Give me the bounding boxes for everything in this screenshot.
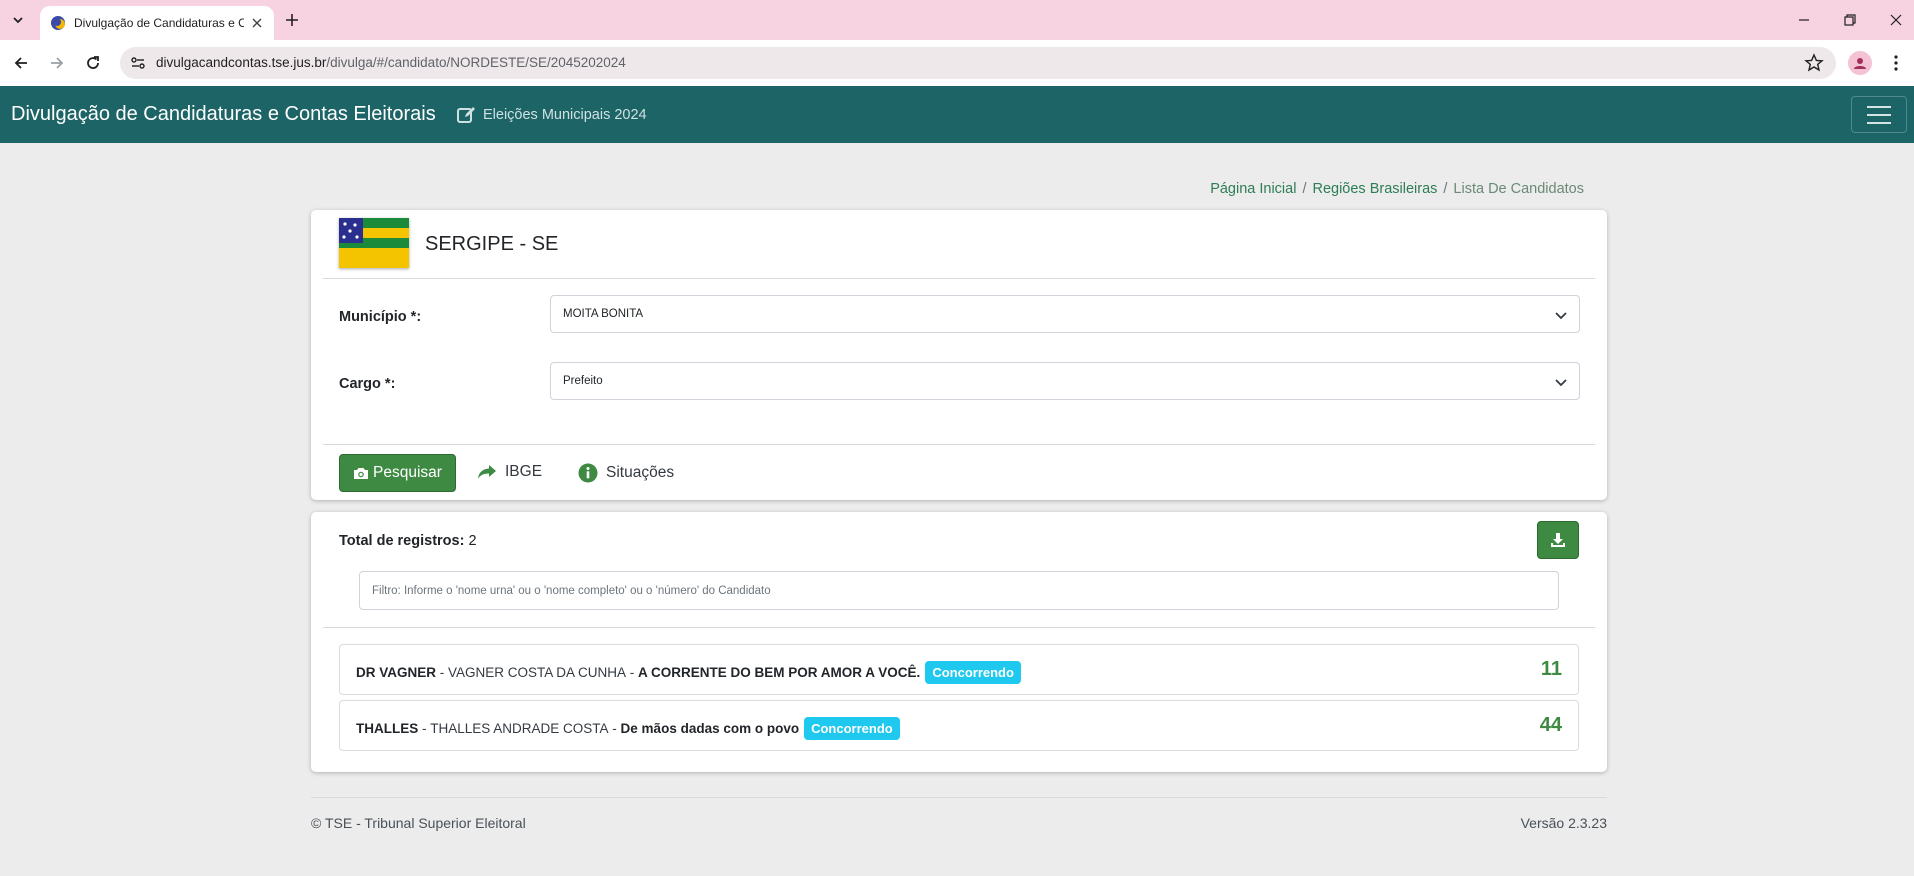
chevron-down-icon — [13, 17, 23, 24]
breadcrumb-regions[interactable]: Regiões Brasileiras — [1312, 181, 1437, 197]
municipio-label: Município *: — [339, 309, 422, 325]
candidate-separator: - — [436, 665, 449, 680]
total-records-label: Total de registros: — [339, 533, 465, 549]
candidate-urna-name: THALLES — [356, 721, 419, 736]
share-arrow-icon — [478, 465, 496, 479]
plus-icon — [286, 14, 298, 26]
reload-button[interactable] — [81, 51, 105, 75]
candidate-urna-name: DR VAGNER — [356, 665, 437, 680]
candidate-separator: - — [608, 721, 621, 736]
ibge-label: IBGE — [505, 463, 543, 480]
divider — [323, 627, 1595, 628]
minimize-icon — [1799, 19, 1809, 21]
candidate-coalition: De mãos dadas com o povo — [620, 721, 800, 736]
close-icon — [1890, 14, 1902, 26]
candidate-separator: - — [418, 721, 431, 736]
candidate-number: 44 — [1539, 714, 1562, 736]
candidate-filter-input[interactable] — [359, 571, 1559, 610]
candidate-full-name: VAGNER COSTA DA CUNHA — [448, 665, 627, 680]
municipio-select[interactable]: MOITA BONITA — [550, 295, 1580, 333]
candidate-info: THALLES - THALLES ANDRADE COSTA - De mão… — [356, 717, 900, 740]
candidate-number: 11 — [1540, 658, 1562, 680]
browser-menu-button[interactable] — [1884, 51, 1908, 75]
search-button-label: Pesquisar — [373, 464, 442, 481]
candidate-coalition: A CORRENTE DO BEM POR AMOR A VOCÊ. — [638, 665, 921, 680]
results-card: Total de registros: 2 DR VAGNER - VAGNER… — [311, 512, 1607, 772]
footer-version: Versão 2.3.23 — [1520, 815, 1607, 831]
total-records-value: 2 — [468, 533, 477, 549]
tab-title: Divulgação de Candidaturas e C — [74, 16, 244, 30]
search-button[interactable]: Pesquisar — [339, 454, 456, 492]
sergipe-flag-icon — [339, 218, 409, 268]
restore-icon — [1844, 14, 1856, 26]
situacoes-label: Situações — [606, 464, 675, 481]
total-records: Total de registros: 2 — [339, 533, 477, 549]
situacoes-link[interactable]: Situações — [578, 463, 674, 483]
edit-icon — [457, 107, 475, 123]
browser-tab[interactable]: Divulgação de Candidaturas e C — [40, 6, 274, 40]
camera-icon — [354, 468, 369, 479]
candidate-row[interactable]: THALLES - THALLES ANDRADE COSTA - De mão… — [339, 700, 1579, 751]
breadcrumb-current: Lista De Candidatos — [1453, 181, 1584, 197]
election-subtitle-text: Eleições Municipais 2024 — [483, 107, 647, 123]
person-icon — [1854, 58, 1866, 69]
breadcrumb-home[interactable]: Página Inicial — [1210, 181, 1296, 197]
candidate-row[interactable]: DR VAGNER - VAGNER COSTA DA CUNHA - A CO… — [339, 644, 1579, 695]
breadcrumb-separator: / — [1443, 181, 1448, 197]
browser-tab-strip: Divulgação de Candidaturas e C — [0, 0, 1914, 40]
search-card: SERGIPE - SE Município *: MOITA BONITA C… — [311, 210, 1607, 500]
forward-button[interactable] — [45, 51, 69, 75]
election-subtitle[interactable]: Eleições Municipais 2024 — [457, 106, 647, 124]
close-window-button[interactable] — [1884, 8, 1908, 32]
cargo-value: Prefeito — [563, 375, 603, 387]
breadcrumb: Página Inicial / Regiões Brasileiras / Lista… — [1198, 181, 1584, 197]
breadcrumb-separator: / — [1302, 181, 1307, 197]
candidate-info: DR VAGNER - VAGNER COSTA DA CUNHA - A CO… — [356, 661, 1021, 684]
tab-search-button[interactable] — [6, 8, 30, 32]
municipio-value: MOITA BONITA — [563, 308, 644, 320]
restore-button[interactable] — [1838, 8, 1862, 32]
url-domain: divulgacandcontas.tse.jus.br — [156, 55, 327, 70]
divider — [323, 278, 1595, 279]
ibge-link[interactable]: IBGE — [477, 463, 542, 481]
status-badge: Concorrendo — [925, 661, 1021, 684]
arrow-right-icon — [51, 57, 64, 69]
site-favicon-icon — [51, 16, 65, 30]
download-icon — [1551, 533, 1565, 547]
profile-avatar[interactable] — [1848, 51, 1872, 75]
reload-icon — [87, 56, 99, 69]
candidate-separator: - — [626, 665, 639, 680]
download-button[interactable] — [1537, 521, 1579, 559]
status-badge: Concorrendo — [804, 717, 900, 740]
back-button[interactable] — [9, 51, 33, 75]
browser-toolbar: divulgacandcontas.tse.jus.br/divulga/#/c… — [0, 40, 1914, 86]
info-circle-icon — [578, 463, 598, 483]
menu-toggle-button[interactable] — [1851, 96, 1907, 133]
more-vert-icon — [1894, 55, 1898, 71]
cargo-label: Cargo *: — [339, 376, 396, 392]
url-path: /divulga/#/candidato/NORDESTE/SE/2045202… — [326, 55, 626, 70]
candidate-full-name: THALLES ANDRADE COSTA — [430, 721, 609, 736]
hamburger-icon — [1867, 105, 1891, 124]
new-tab-button[interactable] — [280, 8, 304, 32]
chevron-down-icon — [1555, 312, 1567, 320]
divider — [323, 444, 1595, 445]
close-tab-icon[interactable] — [248, 14, 266, 32]
bookmark-star-icon[interactable] — [1804, 53, 1824, 73]
arrow-left-icon — [14, 57, 27, 69]
address-bar[interactable]: divulgacandcontas.tse.jus.br/divulga/#/c… — [120, 47, 1836, 79]
app-navbar: Divulgação de Candidaturas e Contas Elei… — [0, 86, 1914, 143]
url-text: divulgacandcontas.tse.jus.br/divulga/#/c… — [156, 55, 626, 70]
footer-divider — [311, 797, 1607, 798]
site-settings-icon[interactable] — [130, 55, 146, 71]
chevron-down-icon — [1555, 379, 1567, 387]
minimize-button[interactable] — [1792, 8, 1816, 32]
state-title: SERGIPE - SE — [425, 233, 559, 255]
app-brand[interactable]: Divulgação de Candidaturas e Contas Elei… — [11, 103, 436, 126]
footer-copyright: © TSE - Tribunal Superior Eleitoral — [311, 815, 526, 831]
cargo-select[interactable]: Prefeito — [550, 362, 1580, 400]
